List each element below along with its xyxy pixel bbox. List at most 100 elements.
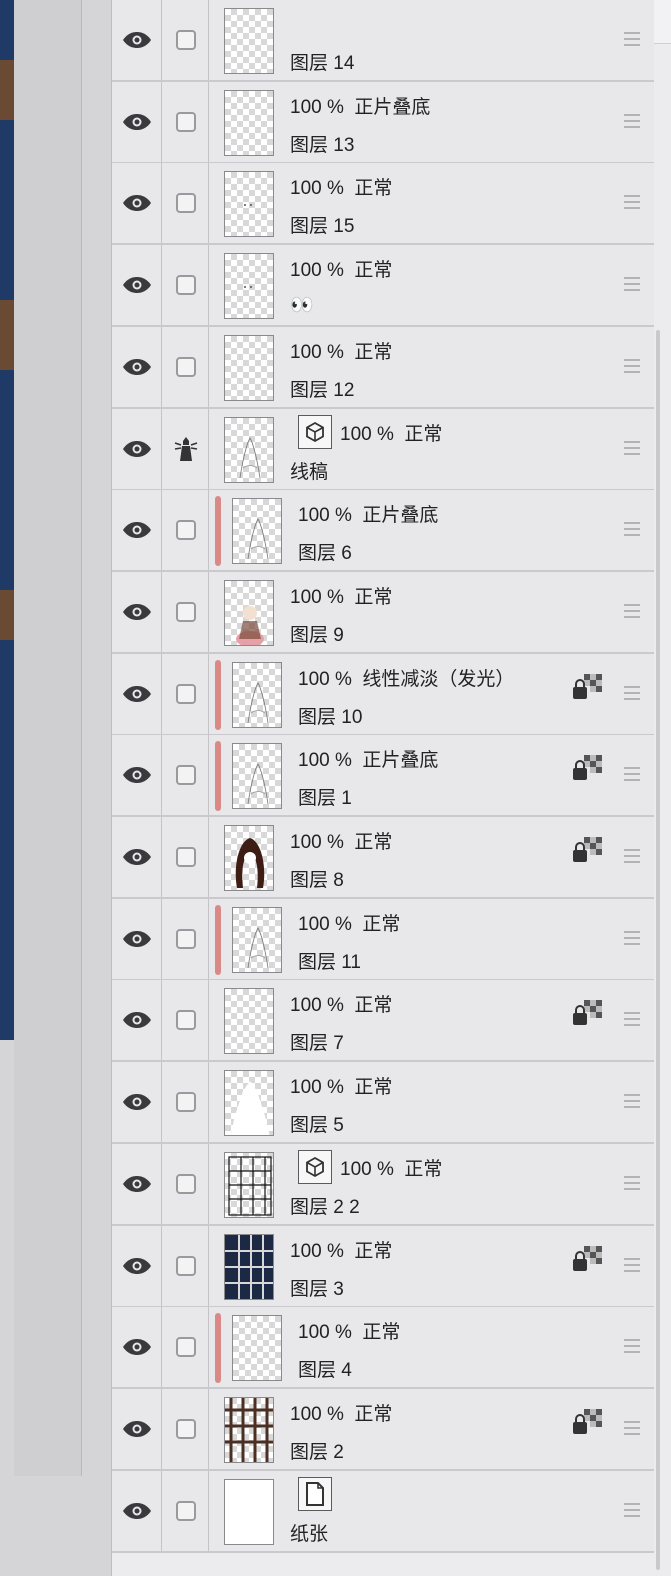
layer-select-checkbox[interactable]: [163, 1062, 209, 1143]
drag-handle-icon[interactable]: [624, 522, 640, 537]
layer-select-checkbox[interactable]: [163, 980, 209, 1061]
layer-thumbnail[interactable]: [224, 253, 274, 320]
visibility-eye-icon[interactable]: [112, 571, 162, 652]
drag-handle-icon[interactable]: [624, 1420, 640, 1435]
visibility-eye-icon[interactable]: [112, 1062, 162, 1143]
visibility-eye-icon[interactable]: [112, 1470, 162, 1551]
blend-mode-label: 100 % 正片叠底: [298, 750, 439, 772]
drag-handle-icon[interactable]: [624, 849, 640, 863]
visibility-eye-icon[interactable]: [112, 163, 162, 244]
drag-handle-icon[interactable]: [624, 1257, 640, 1272]
layer-row[interactable]: 图层 14: [112, 0, 654, 82]
layer-thumbnail[interactable]: [224, 825, 274, 891]
layer-thumbnail[interactable]: [232, 498, 282, 565]
visibility-eye-icon[interactable]: [112, 1143, 162, 1224]
drag-handle-icon[interactable]: [624, 767, 640, 782]
layer-thumbnail[interactable]: [224, 1233, 274, 1300]
layer-select-checkbox[interactable]: [163, 326, 209, 407]
layer-name: 图层 1: [298, 788, 352, 810]
visibility-eye-icon[interactable]: [112, 817, 162, 897]
layer-row[interactable]: 100 % 正常 图层 2: [112, 1388, 654, 1471]
drag-handle-icon[interactable]: [624, 32, 640, 46]
drag-handle-icon[interactable]: [624, 930, 640, 945]
drag-handle-icon[interactable]: [624, 1502, 640, 1517]
drag-handle-icon[interactable]: [624, 603, 640, 618]
drag-handle-icon[interactable]: [624, 1175, 640, 1190]
layer-thumbnail[interactable]: [232, 1315, 282, 1382]
layer-thumbnail[interactable]: [224, 988, 274, 1055]
visibility-eye-icon[interactable]: [112, 326, 162, 407]
layer-row[interactable]: 100 % 正常 线稿: [112, 408, 654, 491]
visibility-eye-icon[interactable]: [112, 490, 162, 571]
layer-select-checkbox[interactable]: [163, 817, 209, 897]
layer-row[interactable]: 100 % 正片叠底 图层 6: [112, 490, 654, 573]
layer-thumbnail[interactable]: [224, 1070, 274, 1137]
blend-mode-label: 100 % 线性减淡（发光）: [298, 668, 515, 690]
drag-handle-icon[interactable]: [624, 1012, 640, 1027]
layer-thumbnail[interactable]: [224, 89, 274, 156]
layer-select-checkbox[interactable]: [163, 245, 209, 326]
layer-thumbnail[interactable]: [232, 661, 282, 728]
visibility-eye-icon[interactable]: [112, 898, 162, 979]
layer-select-checkbox[interactable]: [163, 1143, 209, 1224]
layer-row[interactable]: 100 % 正片叠底 图层 13: [112, 81, 654, 164]
layer-row[interactable]: 100 % 正常 图层 2 2: [112, 1143, 654, 1226]
layer-row[interactable]: 100 % 正常 图层 3: [112, 1225, 654, 1308]
layer-select-checkbox[interactable]: [163, 1225, 209, 1306]
layer-thumbnail[interactable]: [224, 1396, 274, 1463]
visibility-eye-icon[interactable]: [112, 408, 162, 489]
drag-handle-icon[interactable]: [624, 113, 640, 128]
layer-thumbnail[interactable]: [232, 743, 282, 810]
layer-row[interactable]: 100 % 正常 图层 11: [112, 898, 654, 981]
drag-handle-icon[interactable]: [624, 277, 640, 292]
layer-select-checkbox[interactable]: [163, 0, 209, 80]
layer-select-checkbox[interactable]: [163, 81, 209, 162]
layer-row[interactable]: 100 % 正常 图层 9: [112, 571, 654, 654]
layer-select-checkbox[interactable]: [163, 653, 209, 734]
reference-layer-icon[interactable]: [163, 408, 209, 489]
drag-handle-icon[interactable]: [624, 1094, 640, 1109]
layer-select-checkbox[interactable]: [163, 571, 209, 652]
layer-select-checkbox[interactable]: [163, 490, 209, 571]
layer-thumbnail[interactable]: [224, 171, 274, 238]
layer-thumbnail[interactable]: [224, 1478, 274, 1545]
canvas-background: [14, 0, 81, 1476]
visibility-eye-icon[interactable]: [112, 735, 162, 816]
layer-select-checkbox[interactable]: [163, 163, 209, 244]
layer-select-checkbox[interactable]: [163, 1470, 209, 1551]
layer-row[interactable]: 100 % 正常 图层 5: [112, 1062, 654, 1145]
visibility-eye-icon[interactable]: [112, 1388, 162, 1469]
layer-select-checkbox[interactable]: [163, 1307, 209, 1388]
drag-handle-icon[interactable]: [624, 195, 640, 210]
layer-thumbnail[interactable]: [224, 579, 274, 646]
layer-thumbnail[interactable]: [224, 1151, 274, 1218]
visibility-eye-icon[interactable]: [112, 81, 162, 162]
layer-row[interactable]: 100 % 正常 图层 12: [112, 326, 654, 409]
layer-thumbnail[interactable]: [224, 334, 274, 401]
drag-handle-icon[interactable]: [624, 685, 640, 700]
visibility-eye-icon[interactable]: [112, 980, 162, 1061]
layer-row[interactable]: 100 % 正常 图层 7: [112, 980, 654, 1063]
drag-handle-icon[interactable]: [624, 358, 640, 373]
layer-thumbnail[interactable]: [224, 8, 274, 74]
layer-row[interactable]: 100 % 线性减淡（发光） 图层 10: [112, 653, 654, 736]
visibility-eye-icon[interactable]: [112, 653, 162, 734]
visibility-eye-icon[interactable]: [112, 1307, 162, 1388]
visibility-eye-icon[interactable]: [112, 245, 162, 326]
layer-select-checkbox[interactable]: [163, 898, 209, 979]
scrollbar[interactable]: [656, 330, 660, 1570]
layer-row[interactable]: 100 % 正常 图层 4: [112, 1307, 654, 1390]
visibility-eye-icon[interactable]: [112, 1225, 162, 1306]
layer-thumbnail[interactable]: [232, 906, 282, 973]
layer-row[interactable]: 纸张: [112, 1470, 654, 1553]
visibility-eye-icon[interactable]: [112, 0, 162, 80]
layer-row[interactable]: 100 % 正常 图层 8: [112, 817, 654, 899]
layer-select-checkbox[interactable]: [163, 735, 209, 816]
layer-row[interactable]: 100 % 正常 👀: [112, 245, 654, 328]
layer-row[interactable]: 100 % 正常 图层 15: [112, 163, 654, 246]
drag-handle-icon[interactable]: [624, 1339, 640, 1354]
layer-select-checkbox[interactable]: [163, 1388, 209, 1469]
drag-handle-icon[interactable]: [624, 440, 640, 455]
layer-thumbnail[interactable]: [224, 416, 274, 483]
layer-row[interactable]: 100 % 正片叠底 图层 1: [112, 735, 654, 818]
